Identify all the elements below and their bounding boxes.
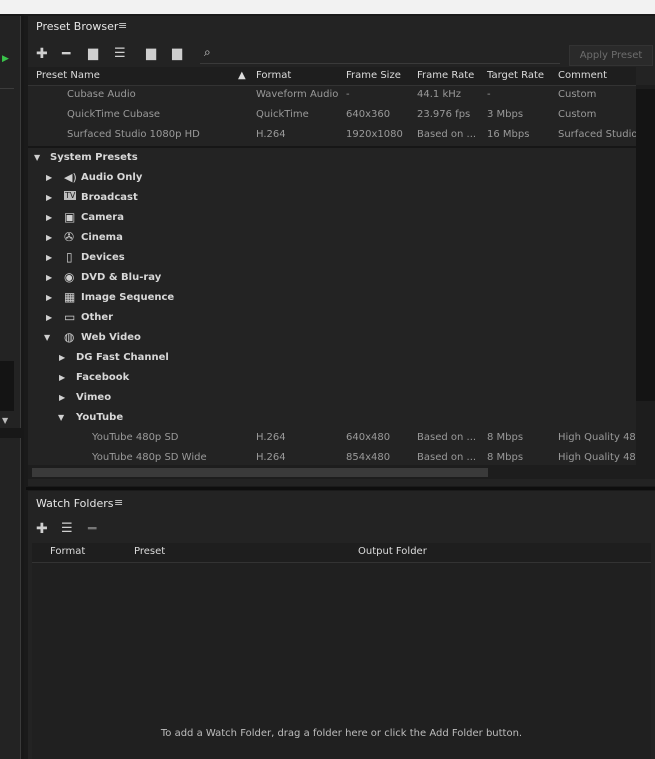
collapse-icon[interactable]: ▼ — [44, 333, 50, 342]
left-panel-upper: ▶ ▼ — [0, 16, 21, 428]
table-row[interactable]: Cubase Audio Waveform Audio - 44.1 kHz -… — [28, 85, 636, 105]
category-cinema[interactable]: ▶ ✇ Cinema — [28, 228, 636, 248]
horizontal-scroll-thumb[interactable] — [32, 468, 488, 477]
camera-icon: ▣ — [64, 210, 76, 224]
col-format[interactable]: Format — [50, 546, 85, 557]
image-sequence-icon: ▦ — [64, 290, 76, 304]
expand-icon[interactable]: ▶ — [46, 213, 52, 222]
export-preset-icon[interactable]: ▆ — [172, 46, 182, 62]
watch-folders-header: Format Preset Output Folder — [32, 543, 651, 563]
preset-browser-panel: Preset Browser ≡ ✚ ━ ▆ ☰ ▆ ▆ ⌕ Apply Pre… — [28, 16, 655, 486]
tv-icon: TV — [64, 191, 77, 200]
col-output-folder[interactable]: Output Folder — [358, 546, 427, 557]
category-camera[interactable]: ▶ ▣ Camera — [28, 208, 636, 228]
col-preset[interactable]: Preset — [134, 546, 165, 557]
col-format[interactable]: Format — [256, 70, 291, 81]
panel-title: Watch Folders — [36, 497, 114, 510]
new-group-icon[interactable]: ▆ — [88, 46, 98, 62]
expand-icon[interactable]: ▶ — [46, 273, 52, 282]
film-reel-icon: ✇ — [64, 230, 75, 244]
col-frame-size[interactable]: Frame Size — [346, 70, 401, 81]
remove-folder-icon[interactable]: ━ — [88, 521, 96, 537]
play-icon[interactable]: ▶ — [2, 54, 9, 64]
speaker-icon: ◀) — [64, 171, 77, 184]
category-web-video[interactable]: ▼ ◍ Web Video — [28, 328, 636, 348]
sort-asc-icon: ▲ — [238, 70, 246, 81]
preset-toolbar: ✚ ━ ▆ ☰ ▆ ▆ ⌕ Apply Preset — [28, 44, 655, 66]
subcategory-dg-fast-channel[interactable]: ▶ DG Fast Channel — [28, 348, 636, 368]
col-frame-rate[interactable]: Frame Rate — [417, 70, 474, 81]
dropdown-arrow-icon[interactable]: ▼ — [2, 416, 8, 425]
expand-icon[interactable]: ▶ — [46, 193, 52, 202]
settings-icon[interactable]: ☰ — [114, 46, 126, 62]
col-comment[interactable]: Comment — [558, 70, 607, 81]
category-other[interactable]: ▶ ▭ Other — [28, 308, 636, 328]
watch-folders-panel: Watch Folders ≡ ✚ ☰ ━ Format Preset Outp… — [28, 491, 655, 759]
table-row[interactable]: YouTube 480p SD Wide H.264 854x480 Based… — [28, 448, 636, 465]
category-devices[interactable]: ▶ ▯ Devices — [28, 248, 636, 268]
device-icon: ▯ — [66, 250, 73, 264]
apply-preset-button[interactable]: Apply Preset — [569, 45, 653, 66]
expand-icon[interactable]: ▶ — [46, 293, 52, 302]
system-presets-group[interactable]: ▼ System Presets — [28, 148, 636, 168]
category-audio-only[interactable]: ▶ ◀) Audio Only — [28, 168, 636, 188]
expand-icon[interactable]: ▶ — [59, 393, 65, 402]
expand-icon[interactable]: ▶ — [46, 233, 52, 242]
remove-preset-icon[interactable]: ━ — [62, 46, 70, 62]
panel-title: Preset Browser — [36, 20, 119, 33]
vertical-scroll-thumb[interactable] — [636, 89, 655, 401]
subcategory-youtube[interactable]: ▼ YouTube — [28, 408, 636, 428]
preset-table-header: Preset Name ▲ Format Frame Size Frame Ra… — [28, 67, 636, 86]
expand-icon[interactable]: ▶ — [46, 173, 52, 182]
expand-icon[interactable]: ▶ — [59, 353, 65, 362]
table-row[interactable]: Surfaced Studio 1080p HD H.264 1920x1080… — [28, 125, 636, 145]
category-image-sequence[interactable]: ▶ ▦ Image Sequence — [28, 288, 636, 308]
preset-tree: Cubase Audio Waveform Audio - 44.1 kHz -… — [28, 85, 636, 465]
collapse-icon[interactable]: ▼ — [34, 153, 40, 162]
panel-menu-icon[interactable]: ≡ — [118, 19, 127, 32]
globe-icon: ◍ — [64, 330, 75, 344]
subcategory-facebook[interactable]: ▶ Facebook — [28, 368, 636, 388]
col-preset-name[interactable]: Preset Name — [36, 70, 100, 81]
subcategory-vimeo[interactable]: ▶ Vimeo — [28, 388, 636, 408]
empty-state-message: To add a Watch Folder, drag a folder her… — [160, 728, 523, 739]
panel-menu-icon[interactable]: ≡ — [114, 496, 123, 509]
collapse-icon[interactable]: ▼ — [58, 413, 64, 422]
table-row[interactable]: YouTube 480p SD H.264 640x480 Based on .… — [28, 428, 636, 448]
settings-icon[interactable]: ☰ — [61, 521, 73, 536]
expand-icon[interactable]: ▶ — [59, 373, 65, 382]
add-folder-icon[interactable]: ✚ — [36, 521, 48, 537]
import-preset-icon[interactable]: ▆ — [146, 46, 156, 62]
top-strip — [0, 0, 655, 14]
panel-divider[interactable] — [26, 487, 655, 490]
left-panel-lower — [0, 438, 21, 759]
monitor-icon: ▭ — [64, 310, 76, 324]
category-broadcast[interactable]: ▶ TV Broadcast — [28, 188, 636, 208]
expand-icon[interactable]: ▶ — [46, 313, 52, 322]
table-row[interactable]: QuickTime Cubase QuickTime 640x360 23.97… — [28, 105, 636, 125]
watch-folders-list[interactable]: To add a Watch Folder, drag a folder her… — [32, 563, 651, 759]
add-preset-icon[interactable]: ✚ — [36, 46, 48, 62]
col-target-rate[interactable]: Target Rate — [487, 70, 544, 81]
category-dvd-bluray[interactable]: ▶ ◉ DVD & Blu-ray — [28, 268, 636, 288]
search-field[interactable]: ⌕ — [200, 45, 560, 64]
disc-icon: ◉ — [64, 270, 75, 284]
expand-icon[interactable]: ▶ — [46, 253, 52, 262]
search-icon: ⌕ — [204, 45, 211, 59]
